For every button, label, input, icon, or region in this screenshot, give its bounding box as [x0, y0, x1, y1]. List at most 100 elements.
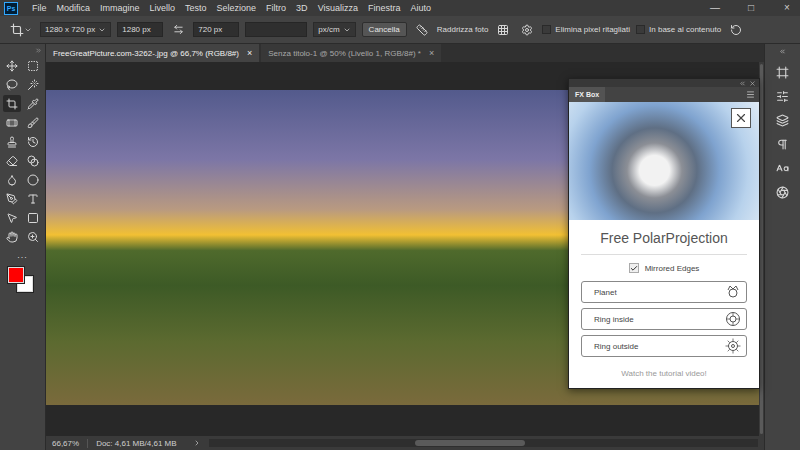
- projection-button[interactable]: Planet: [581, 281, 747, 303]
- blur-tool-icon: [6, 174, 18, 186]
- zoom-level[interactable]: 66,67%: [52, 439, 88, 448]
- tool-button[interactable]: [3, 190, 21, 207]
- tool-button[interactable]: [3, 133, 21, 150]
- options-bar: 1280 x 720 px 1280 px 720 px px/cm Cancella R…: [0, 16, 800, 44]
- swap-button[interactable]: [169, 24, 187, 35]
- undo-icon: [730, 24, 742, 36]
- width-field[interactable]: 1280 px: [117, 22, 163, 37]
- frame-icon[interactable]: [776, 66, 789, 79]
- menu-item[interactable]: Filtro: [266, 3, 286, 13]
- tool-button[interactable]: [3, 57, 21, 74]
- collapse-icon[interactable]: [779, 48, 786, 55]
- reset-button[interactable]: [727, 24, 745, 36]
- close-button[interactable]: [731, 108, 751, 128]
- menu-item[interactable]: Visualizza: [318, 3, 358, 13]
- more-tools[interactable]: ...: [17, 248, 28, 262]
- pen-tool-icon: [6, 193, 18, 205]
- unit-dropdown[interactable]: px/cm: [313, 22, 355, 37]
- menu-item[interactable]: Modifica: [57, 3, 91, 13]
- straighten-icon: [416, 24, 428, 36]
- scroll-thumb[interactable]: [760, 64, 763, 434]
- checkbox[interactable]: [636, 25, 645, 34]
- mirrored-edges-option[interactable]: Mirrored Edges: [569, 255, 759, 281]
- color-swatches: [8, 267, 38, 297]
- tool-button[interactable]: [24, 95, 42, 112]
- straighten-label[interactable]: Raddrizza foto: [437, 25, 489, 34]
- resolution-field[interactable]: [245, 22, 307, 37]
- adjustments-icon[interactable]: [776, 90, 789, 103]
- menu-item[interactable]: Finestra: [368, 3, 401, 13]
- tool-button[interactable]: [24, 152, 42, 169]
- tool-button[interactable]: [3, 152, 21, 169]
- tool-button[interactable]: [3, 76, 21, 93]
- stamp-tool-icon: [6, 136, 18, 148]
- window-control[interactable]: ×: [774, 0, 800, 16]
- character-icon[interactable]: [776, 162, 789, 175]
- tool-button[interactable]: [3, 171, 21, 188]
- height-field[interactable]: 720 px: [193, 22, 239, 37]
- gear-icon: [521, 24, 533, 36]
- tool-button[interactable]: [24, 57, 42, 74]
- document-tab[interactable]: FreeGreatPicture.com-3262-.jpg @ 66,7% (…: [46, 44, 259, 62]
- menu-item[interactable]: 3D: [296, 3, 308, 13]
- checkbox[interactable]: [629, 263, 639, 273]
- tool-button[interactable]: [24, 209, 42, 226]
- tab-close[interactable]: ×: [429, 48, 434, 58]
- tab-close[interactable]: ×: [247, 48, 252, 58]
- settings-button[interactable]: [518, 24, 536, 36]
- tool-button[interactable]: [3, 228, 21, 245]
- window-control[interactable]: □: [738, 0, 764, 16]
- menu-item[interactable]: Testo: [185, 3, 207, 13]
- panel-grip[interactable]: [0, 47, 45, 54]
- swap-icon: [173, 24, 184, 35]
- tool-button[interactable]: [3, 95, 21, 112]
- dodge-tool-icon: [27, 174, 39, 186]
- document-tabs: FreeGreatPicture.com-3262-.jpg @ 66,7% (…: [46, 44, 764, 62]
- document-tab[interactable]: Senza titolo-1 @ 50% (Livello 1, RGB/8#)…: [261, 44, 441, 62]
- collapse-icon[interactable]: [739, 80, 746, 87]
- tool-button[interactable]: [3, 209, 21, 226]
- tool-button[interactable]: [24, 133, 42, 150]
- menu-item[interactable]: File: [32, 3, 47, 13]
- foreground-color[interactable]: [8, 267, 24, 283]
- eraser-tool-icon: [6, 155, 18, 167]
- tool-button[interactable]: [24, 76, 42, 93]
- tool-button[interactable]: [3, 114, 21, 131]
- tool-button[interactable]: [24, 228, 42, 245]
- panel-tab-row: FX Box: [569, 87, 759, 102]
- canvas-workspace: FX BoxFree PolarProjectionMirrored Edges…: [46, 62, 764, 436]
- checkbox[interactable]: [542, 25, 551, 34]
- horizontal-scrollbar[interactable]: [209, 439, 758, 447]
- layers-icon[interactable]: [776, 114, 789, 127]
- healing-tool-icon: [6, 117, 18, 129]
- chevron-right-icon[interactable]: [193, 439, 201, 447]
- aperture-icon[interactable]: [776, 186, 789, 199]
- tutorial-link[interactable]: Watch the tutorial video!: [569, 357, 759, 388]
- tool-button[interactable]: [24, 171, 42, 188]
- window-control[interactable]: —: [702, 0, 728, 16]
- tool-button[interactable]: [24, 190, 42, 207]
- close-icon[interactable]: [749, 80, 756, 87]
- paragraph-icon[interactable]: [776, 138, 789, 151]
- straighten-button[interactable]: [413, 24, 431, 36]
- menu-bar: PsFileModificaImmagineLivelloTestoSelezi…: [0, 0, 800, 16]
- tool-button[interactable]: [24, 114, 42, 131]
- projection-button[interactable]: Ring outside: [581, 335, 747, 357]
- menu-item[interactable]: Aiuto: [411, 3, 432, 13]
- scroll-thumb[interactable]: [415, 440, 525, 446]
- zoom-tool-icon: [27, 231, 39, 243]
- ratio-dropdown[interactable]: 1280 x 720 px: [40, 22, 111, 37]
- menu-item[interactable]: Immagine: [100, 3, 140, 13]
- tool-preset-button[interactable]: [8, 23, 34, 37]
- projection-button[interactable]: Ring inside: [581, 308, 747, 330]
- panel-menu[interactable]: [746, 87, 755, 102]
- menu-item[interactable]: Selezione: [217, 3, 257, 13]
- panel-tab[interactable]: FX Box: [569, 87, 605, 102]
- menu-item[interactable]: Livello: [150, 3, 176, 13]
- option-checkbox[interactable]: In base al contenuto: [636, 25, 721, 34]
- option-checkbox[interactable]: Elimina pixel ritagliati: [542, 25, 630, 34]
- status-bar: 66,67%Doc: 4,61 MB/4,61 MB: [46, 436, 764, 450]
- clear-button[interactable]: Cancella: [362, 22, 407, 37]
- planet-preview: [569, 102, 759, 220]
- overlay-button[interactable]: [494, 24, 512, 36]
